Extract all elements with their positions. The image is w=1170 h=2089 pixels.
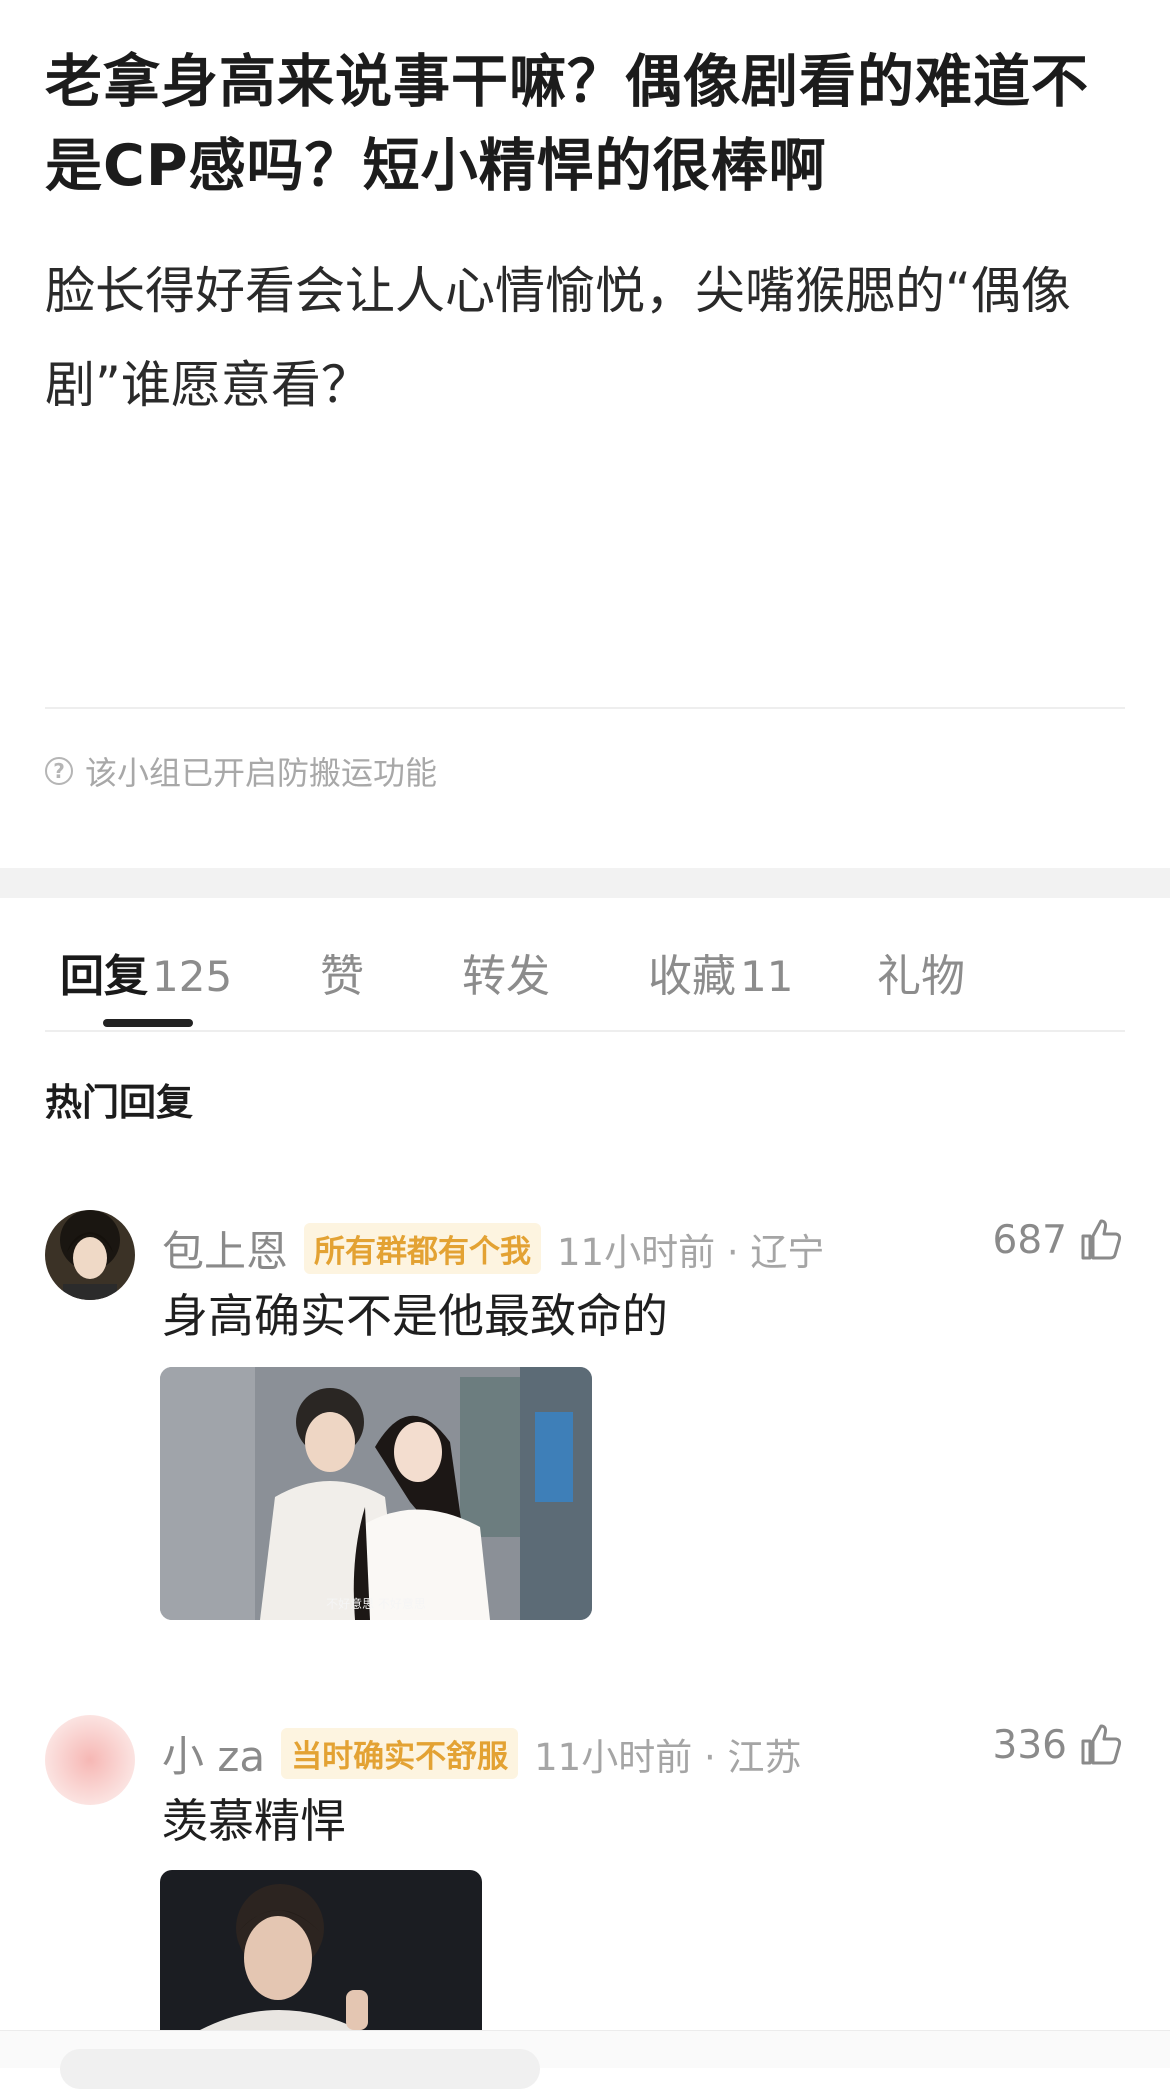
image-caption: 不好意思 不好意思 (326, 1597, 426, 1611)
tab-count: 11 (740, 952, 794, 1001)
notice-text: 该小组已开启防搬运功能 (85, 754, 438, 792)
tab-likes[interactable]: 赞 (320, 940, 364, 1004)
tab-label: 转发 (462, 951, 550, 1002)
tab-gifts[interactable]: 礼物 (877, 940, 965, 1004)
timestamp-location: 11小时前 · 江苏 (534, 1735, 802, 1779)
anti-repost-notice: ? 该小组已开启防搬运功能 (45, 748, 437, 794)
tab-label: 礼物 (877, 951, 965, 1002)
tab-bar: 回复125 赞 转发 收藏11 礼物 (45, 898, 1125, 1032)
comment-meta: 小 za 当时确实不舒服 11小时前 · 江苏 (162, 1723, 802, 1784)
username[interactable]: 小 za (162, 1723, 265, 1784)
post: 老拿身高来说事干嘛？偶像剧看的难道不是CP感吗？短小精悍的很棒啊 脸长得好看会让… (45, 40, 1125, 432)
comment-item: 小 za 当时确实不舒服 11小时前 · 江苏 336 羡慕精悍 (45, 1715, 1125, 2035)
active-tab-indicator (103, 1019, 193, 1027)
tab-label: 赞 (320, 951, 364, 1002)
tab-reposts[interactable]: 转发 (462, 940, 550, 1004)
tab-favorites[interactable]: 收藏11 (648, 940, 793, 1004)
user-badge: 所有群都有个我 (304, 1223, 542, 1274)
comment-item: 包上恩 所有群都有个我 11小时前 · 辽宁 687 身高确实不是他最致命的 不… (45, 1210, 1125, 1630)
username[interactable]: 包上恩 (162, 1218, 288, 1279)
like-button[interactable]: 687 (993, 1216, 1125, 1264)
bottom-bar (0, 2030, 1170, 2089)
thumbs-up-icon (1081, 1724, 1122, 1765)
reply-input[interactable] (60, 2049, 540, 2089)
avatar[interactable] (45, 1715, 135, 1805)
user-badge: 当时确实不舒服 (281, 1728, 519, 1779)
section-separator (0, 868, 1170, 898)
tab-replies[interactable]: 回复125 (60, 940, 232, 1004)
thumbs-up-icon (1081, 1219, 1122, 1260)
tab-count: 125 (152, 952, 233, 1001)
comment-text: 羡慕精悍 (162, 1794, 346, 1848)
question-circle-icon[interactable]: ? (45, 757, 73, 785)
like-count: 687 (992, 1217, 1067, 1263)
avatar[interactable] (45, 1210, 135, 1300)
like-button[interactable]: 336 (993, 1721, 1125, 1769)
post-title: 老拿身高来说事干嘛？偶像剧看的难道不是CP感吗？短小精悍的很棒啊 (45, 49, 1089, 199)
timestamp-location: 11小时前 · 辽宁 (557, 1230, 825, 1274)
tab-label: 回复 (60, 951, 148, 1002)
comment-text: 身高确实不是他最致命的 (162, 1289, 668, 1343)
comment-image[interactable] (160, 1870, 482, 2030)
divider (45, 707, 1125, 709)
tab-label: 收藏 (648, 951, 736, 1002)
comment-meta: 包上恩 所有群都有个我 11小时前 · 辽宁 (162, 1218, 824, 1279)
like-count: 336 (992, 1722, 1067, 1768)
hot-replies-heading: 热门回复 (45, 1081, 193, 1124)
post-body: 脸长得好看会让人心情愉悦，尖嘴猴腮的“偶像剧”谁愿意看？ (45, 262, 1071, 414)
comment-image[interactable]: 不好意思 不好意思 (160, 1367, 592, 1620)
